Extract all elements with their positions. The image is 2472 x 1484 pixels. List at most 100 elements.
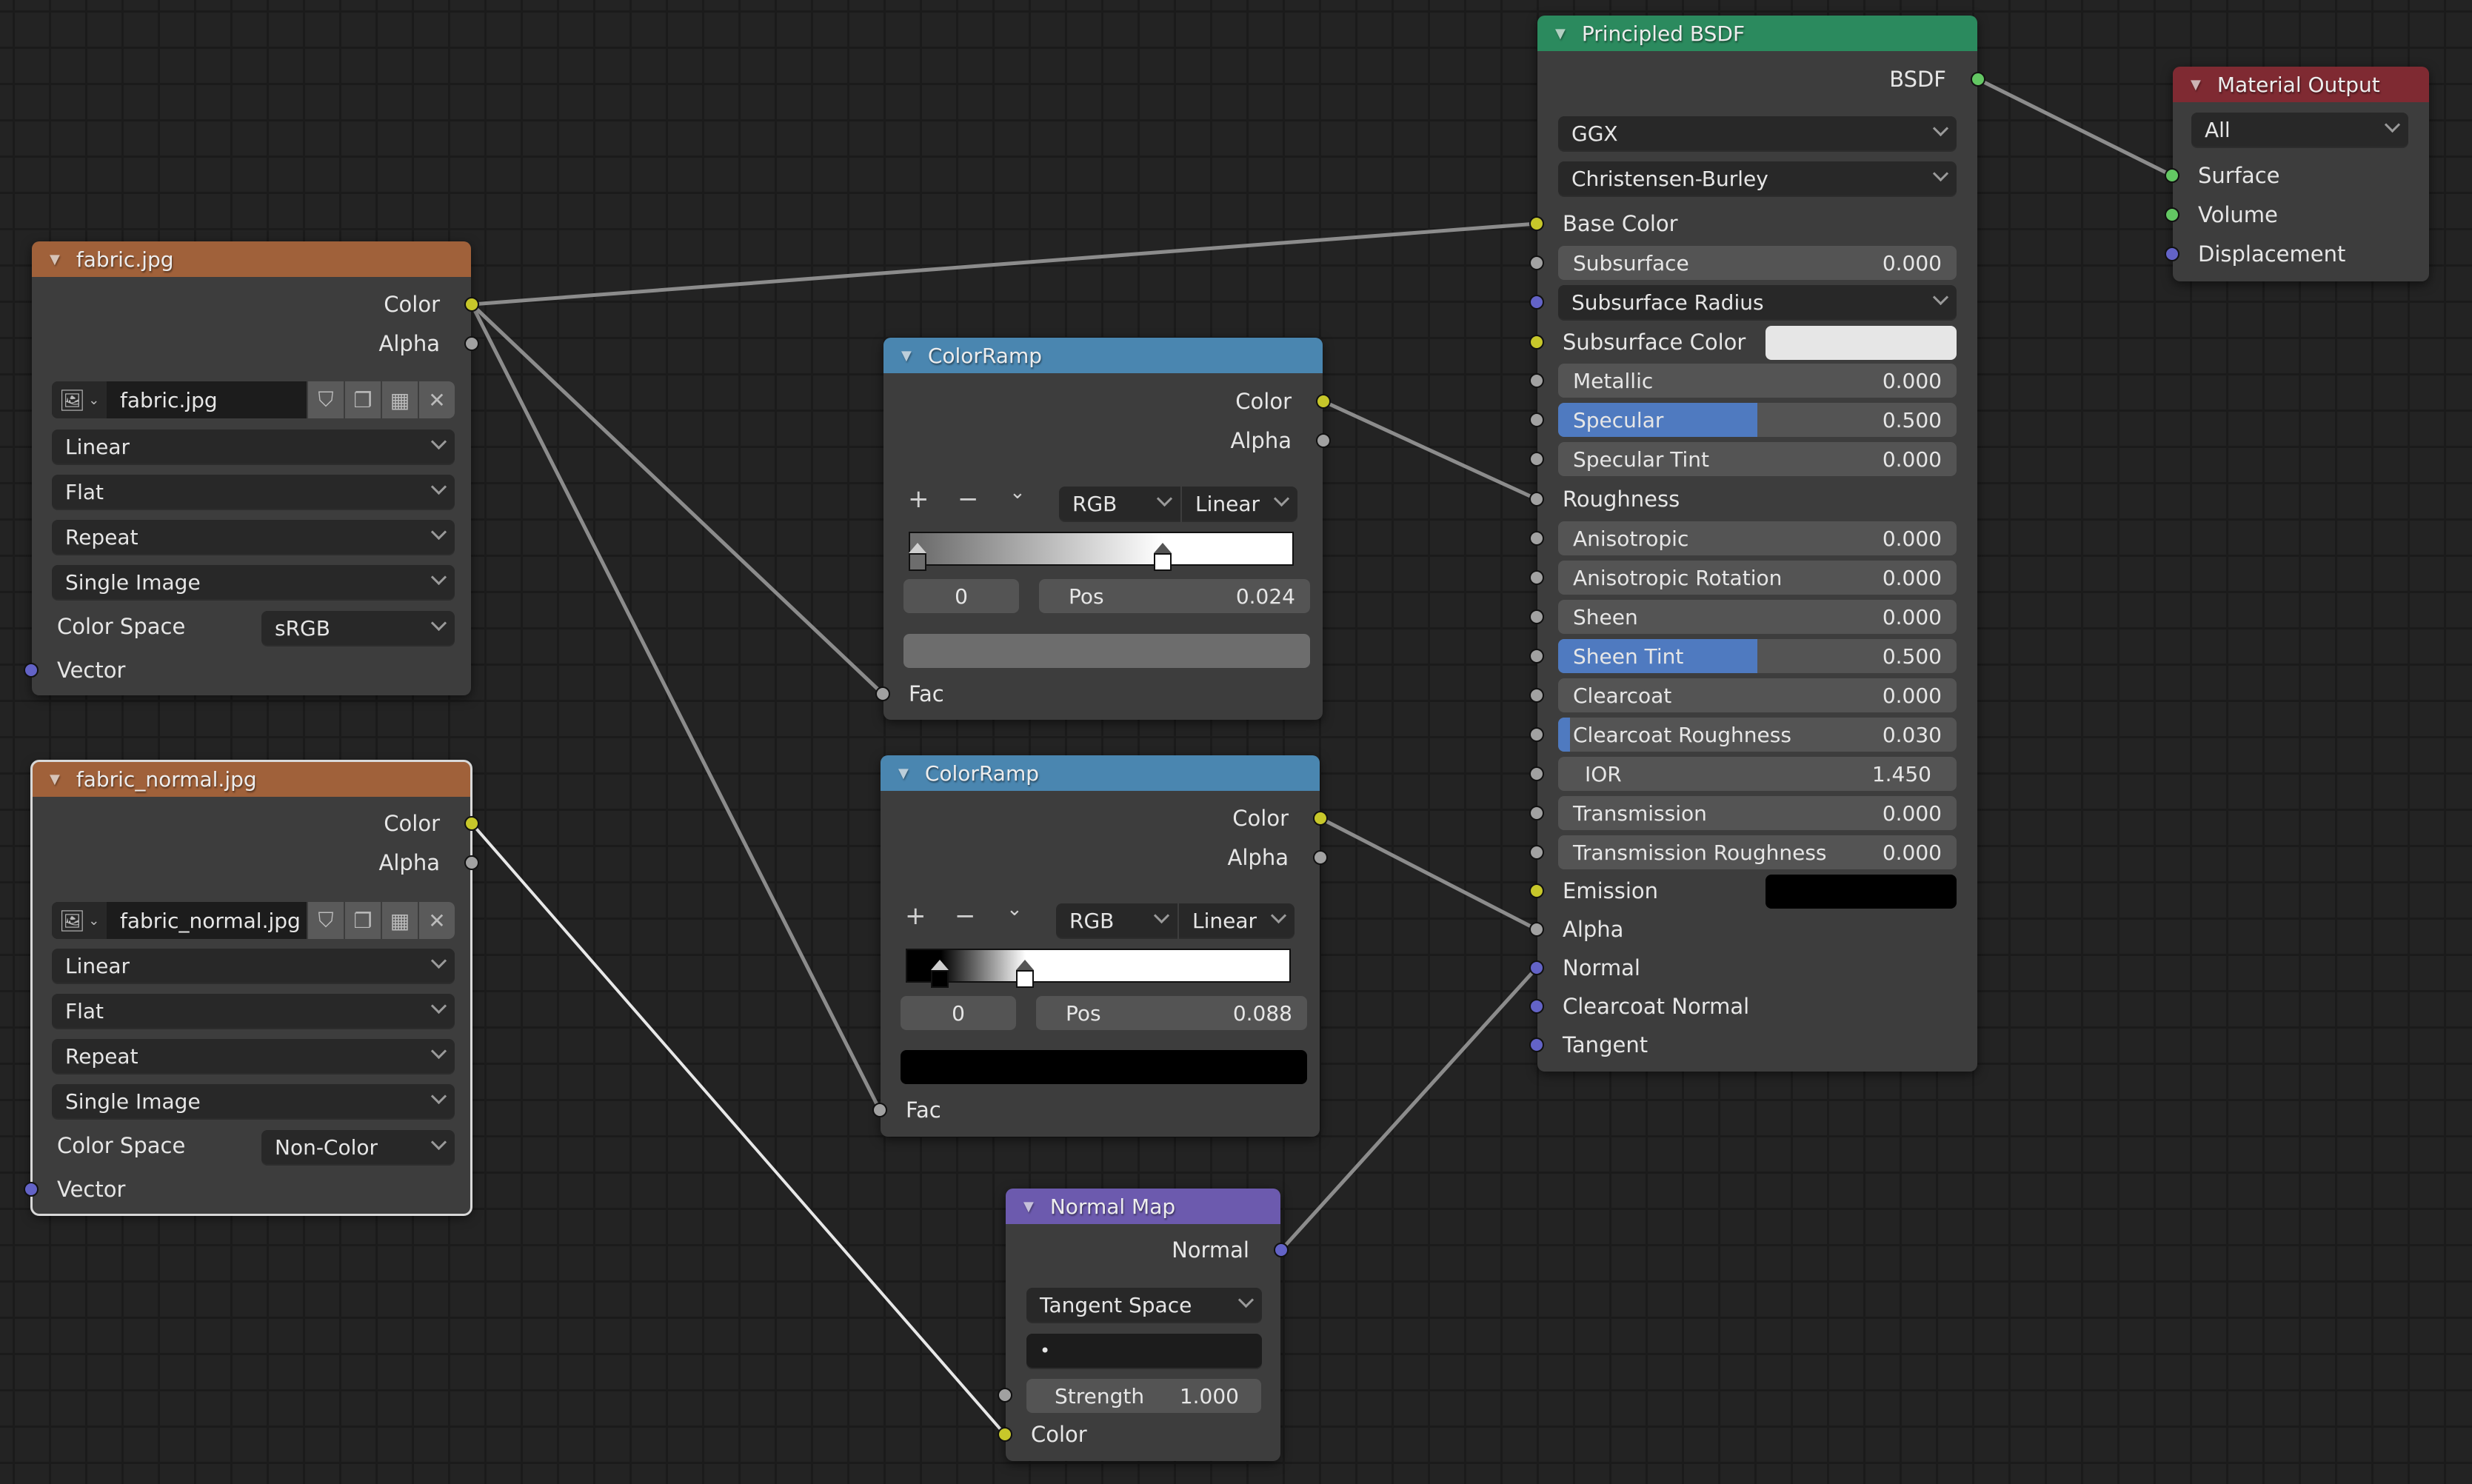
collapse-triangle-icon[interactable]: ▼ [50, 252, 60, 267]
socket-clearcoat-roughness-in[interactable] [1529, 727, 1544, 742]
link-fabric-color-to-ramp1-fac[interactable] [470, 302, 885, 696]
socket-bsdf-out[interactable] [1971, 72, 1985, 87]
socket-alpha-out[interactable] [1316, 433, 1331, 448]
node-header[interactable]: ▼ ColorRamp [883, 338, 1323, 373]
socket-sheen-in[interactable] [1529, 609, 1544, 624]
color-space-dropdown[interactable]: sRGB [261, 611, 455, 645]
extension-dropdown[interactable]: Repeat [52, 1039, 455, 1073]
socket-normal-out[interactable] [1274, 1243, 1289, 1257]
socket-alpha-in[interactable] [1529, 922, 1544, 937]
link-fabric-color-to-principled-base-color[interactable] [470, 221, 1539, 307]
collapse-triangle-icon[interactable]: ▼ [50, 772, 60, 787]
strength-field[interactable]: Strength 1.000 [1026, 1379, 1261, 1413]
projection-dropdown[interactable]: Flat [52, 994, 455, 1028]
extension-dropdown[interactable]: Repeat [52, 520, 455, 554]
source-dropdown[interactable]: Single Image [52, 565, 455, 599]
socket-color-out[interactable] [464, 816, 479, 831]
node-header[interactable]: ▼ ColorRamp [881, 755, 1320, 791]
colorramp-node-1[interactable]: ▼ ColorRamp Color Alpha + − ⌄ RGB Linear… [875, 338, 1331, 720]
socket-normal-in[interactable] [1529, 960, 1544, 975]
clearcoat-roughness-slider[interactable]: Clearcoat Roughness 0.030 [1558, 718, 1957, 752]
sheen-tint-slider[interactable]: Sheen Tint 0.500 [1558, 639, 1957, 673]
socket-clearcoat-in[interactable] [1529, 688, 1544, 703]
specular-slider[interactable]: Specular 0.500 [1558, 403, 1957, 437]
colorramp-node-2[interactable]: ▼ ColorRamp Color Alpha + − ⌄ RGB Linear… [872, 755, 1328, 1137]
node-header[interactable]: ▼ Material Output [2173, 67, 2429, 102]
subsurface-slider[interactable]: Subsurface 0.000 [1558, 246, 1957, 280]
socket-base-color-in[interactable] [1529, 216, 1544, 231]
remove-stop-minus-icon[interactable]: − [958, 484, 979, 514]
remove-stop-minus-icon[interactable]: − [955, 901, 976, 931]
color-mode-dropdown[interactable]: RGB [1059, 487, 1180, 521]
clearcoat-slider[interactable]: Clearcoat 0.000 [1558, 678, 1957, 712]
ramp-stop-handle[interactable] [1016, 960, 1035, 989]
socket-clearcoat-normal-in[interactable] [1529, 999, 1544, 1014]
fake-user-shield-icon[interactable]: ⛉ [307, 902, 344, 939]
socket-fac-in[interactable] [872, 1103, 887, 1117]
metallic-slider[interactable]: Metallic 0.000 [1558, 364, 1957, 398]
emission-color-swatch[interactable] [1766, 875, 1957, 909]
socket-surface-in[interactable] [2165, 168, 2179, 183]
socket-fac-in[interactable] [875, 686, 890, 701]
image-browse-button[interactable]: 🖼 ⌄ [52, 902, 107, 939]
fake-user-shield-icon[interactable]: ⛉ [307, 381, 344, 418]
active-stop-index-field[interactable]: 0 [901, 996, 1016, 1030]
ior-slider[interactable]: IOR 1.450 [1558, 757, 1957, 791]
image-texture-node-fabric-normal[interactable]: ▼ fabric_normal.jpg Color Alpha 🖼 ⌄ fabri… [24, 760, 479, 1216]
color-space-dropdown[interactable]: Non-Color [261, 1130, 455, 1164]
collapse-triangle-icon[interactable]: ▼ [2191, 77, 2201, 93]
uv-map-field[interactable]: • [1026, 1334, 1262, 1368]
socket-emission-in[interactable] [1529, 883, 1544, 898]
socket-specular-tint-in[interactable] [1529, 452, 1544, 467]
link-ramp2-color-to-principled-alpha[interactable] [1318, 816, 1539, 932]
active-stop-index-field[interactable]: 0 [903, 579, 1019, 613]
duplicate-image-icon[interactable]: ❐ [344, 381, 381, 418]
distribution-dropdown[interactable]: GGX [1558, 116, 1957, 150]
sheen-slider[interactable]: Sheen 0.000 [1558, 600, 1957, 634]
socket-transmission-roughness-in[interactable] [1529, 845, 1544, 860]
source-dropdown[interactable]: Single Image [52, 1084, 455, 1118]
image-selector[interactable]: 🖼 ⌄ fabric.jpg ⛉ ❐ ▦ ✕ [52, 381, 455, 418]
interpolation-dropdown[interactable]: Linear [52, 430, 455, 464]
unlink-image-close-icon[interactable]: ✕ [418, 902, 455, 939]
socket-anisotropic-in[interactable] [1529, 531, 1544, 546]
link-fabric-color-to-ramp2-fac[interactable] [470, 302, 882, 1112]
ramp-stop-handle[interactable] [909, 543, 927, 572]
image-browse-button[interactable]: 🖼 ⌄ [52, 381, 107, 418]
socket-displacement-in[interactable] [2165, 247, 2179, 261]
socket-roughness-in[interactable] [1529, 492, 1544, 507]
normal-space-dropdown[interactable]: Tangent Space [1026, 1288, 1262, 1322]
unlink-image-close-icon[interactable]: ✕ [418, 381, 455, 418]
socket-color-out[interactable] [1313, 811, 1328, 826]
material-output-node[interactable]: ▼ Material Output All Surface Volume Dis… [2165, 67, 2429, 281]
subsurface-radius-dropdown[interactable]: Subsurface Radius [1558, 285, 1957, 319]
transmission-roughness-slider[interactable]: Transmission Roughness 0.000 [1558, 835, 1957, 869]
socket-strength-in[interactable] [998, 1388, 1012, 1403]
node-header[interactable]: ▼ Principled BSDF [1537, 16, 1977, 51]
socket-subsurface-in[interactable] [1529, 255, 1544, 270]
subsurface-method-dropdown[interactable]: Christensen-Burley [1558, 161, 1957, 195]
socket-vector-in[interactable] [24, 663, 39, 678]
socket-alpha-out[interactable] [464, 336, 479, 351]
ramp-stop-handle[interactable] [1154, 543, 1172, 572]
ramp-interpolation-dropdown[interactable]: Linear [1182, 487, 1297, 521]
color-mode-dropdown[interactable]: RGB [1056, 903, 1177, 937]
add-stop-plus-icon[interactable]: + [905, 901, 926, 931]
stop-color-swatch[interactable] [903, 634, 1310, 668]
ramp-menu-chevron-icon[interactable]: ⌄ [1009, 481, 1026, 504]
link-ramp1-color-to-principled-roughness[interactable] [1321, 399, 1539, 501]
ramp-interpolation-dropdown[interactable]: Linear [1179, 903, 1295, 937]
render-target-dropdown[interactable]: All [2191, 113, 2408, 147]
socket-alpha-out[interactable] [1313, 850, 1328, 865]
image-name-field[interactable]: fabric_normal.jpg [107, 902, 307, 939]
collapse-triangle-icon[interactable]: ▼ [1023, 1199, 1034, 1214]
socket-vector-in[interactable] [24, 1182, 39, 1197]
interpolation-dropdown[interactable]: Linear [52, 949, 455, 983]
socket-transmission-in[interactable] [1529, 806, 1544, 820]
socket-color-out[interactable] [464, 297, 479, 312]
subsurface-color-swatch[interactable] [1766, 326, 1957, 360]
socket-color-in[interactable] [998, 1427, 1012, 1442]
image-selector[interactable]: 🖼 ⌄ fabric_normal.jpg ⛉ ❐ ▦ ✕ [52, 902, 455, 939]
socket-subsurface-color-in[interactable] [1529, 335, 1544, 350]
collapse-triangle-icon[interactable]: ▼ [901, 348, 912, 364]
